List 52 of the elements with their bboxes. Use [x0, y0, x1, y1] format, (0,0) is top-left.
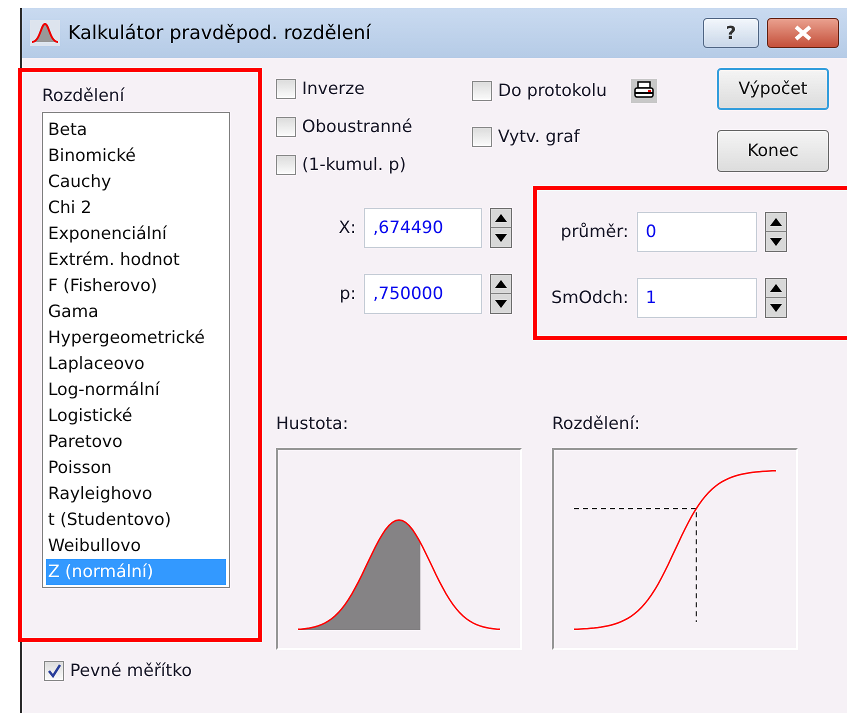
- number-field[interactable]: 1: [636, 278, 757, 318]
- list-item[interactable]: Log-normální: [46, 377, 226, 403]
- spinner[interactable]: [490, 274, 512, 314]
- checkbox[interactable]: [276, 117, 296, 137]
- list-item[interactable]: Paretovo: [46, 429, 226, 455]
- field-label: p:: [338, 284, 356, 304]
- list-label: Rozdělení: [42, 86, 126, 106]
- list-item[interactable]: Cauchy: [46, 169, 226, 195]
- spinner[interactable]: [764, 278, 787, 318]
- compute-button[interactable]: Výpočet: [717, 68, 829, 110]
- field-label: průměr:: [560, 222, 629, 242]
- list-item[interactable]: Logistické: [46, 403, 226, 429]
- list-item[interactable]: Weibullovo: [46, 533, 226, 559]
- list-item[interactable]: Rayleighovo: [46, 481, 226, 507]
- checkbox-label: (1-kumul. p): [302, 155, 406, 175]
- number-field[interactable]: ,674490: [364, 208, 482, 248]
- field-label: SmOdch:: [550, 288, 629, 308]
- close-icon: [794, 25, 812, 41]
- list-item[interactable]: Hypergeometrické: [46, 325, 226, 351]
- checkbox[interactable]: [472, 127, 492, 147]
- list-item[interactable]: Gama: [46, 299, 226, 325]
- printer-icon[interactable]: [630, 79, 657, 103]
- list-item[interactable]: Laplaceovo: [46, 351, 226, 377]
- spinner[interactable]: [490, 208, 512, 248]
- chart-title: Hustota:: [276, 414, 350, 434]
- list-item[interactable]: t (Studentovo): [46, 507, 226, 533]
- checkbox-label: Do protokolu: [498, 81, 607, 101]
- field-label: X:: [338, 218, 356, 238]
- close-dialog-button[interactable]: Konec: [717, 130, 829, 172]
- list-item[interactable]: Binomické: [46, 143, 226, 169]
- checkbox-label: Oboustranné: [302, 117, 412, 137]
- help-button[interactable]: ?: [703, 18, 759, 48]
- checkbox-label: Pevné měřítko: [70, 661, 192, 681]
- close-button[interactable]: [767, 18, 839, 48]
- list-item[interactable]: Exponenciální: [46, 221, 226, 247]
- checkbox[interactable]: [276, 79, 296, 99]
- window-title: Kalkulátor pravděpod. rozdělení: [68, 22, 372, 44]
- number-field[interactable]: ,750000: [364, 274, 482, 314]
- list-item[interactable]: Extrém. hodnot: [46, 247, 226, 273]
- checkbox[interactable]: [276, 155, 296, 175]
- list-item[interactable]: Beta: [46, 117, 226, 143]
- bell-curve-icon: [30, 20, 60, 46]
- spinner[interactable]: [764, 212, 787, 252]
- checkbox-label: Vytv. graf: [498, 127, 580, 147]
- list-item[interactable]: Poisson: [46, 455, 226, 481]
- list-item[interactable]: Chi 2: [46, 195, 226, 221]
- checkbox[interactable]: [472, 81, 492, 101]
- number-field[interactable]: 0: [636, 212, 757, 252]
- list-item[interactable]: F (Fisherovo): [46, 273, 226, 299]
- checkbox[interactable]: [44, 661, 64, 681]
- checkbox-label: Inverze: [302, 79, 365, 99]
- chart-title: Rozdělení:: [552, 414, 642, 434]
